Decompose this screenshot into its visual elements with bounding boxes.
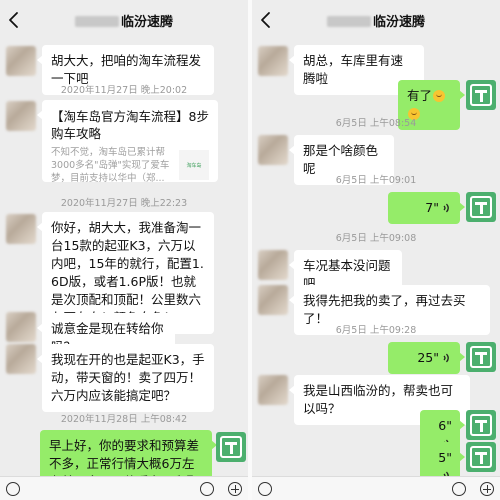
chat-title: 临汾速腾 — [40, 11, 208, 30]
contact-avatar[interactable] — [6, 101, 36, 131]
my-avatar[interactable] — [466, 342, 496, 372]
voice-message[interactable]: 25" — [388, 342, 465, 374]
chat-header: 临汾速腾 — [252, 0, 500, 40]
link-card[interactable]: 【淘车岛官方淘车流程】8步购车攻略 不知不觉，淘车岛已累计帮3000多名"岛弹"… — [37, 100, 218, 184]
contact-avatar[interactable] — [258, 46, 288, 76]
timestamp: 6月5日 上午09:01 — [335, 175, 417, 186]
emoji-icon[interactable] — [200, 482, 214, 496]
chat-panel-left: 临汾速腾 胡大大，把咱的淘车流程发一下吧 2020年11月27日 晚上20:02… — [0, 0, 248, 500]
voice-mode-icon[interactable] — [6, 482, 20, 496]
emoji-icon[interactable] — [452, 482, 466, 496]
contact-avatar[interactable] — [6, 214, 36, 244]
voice-wave-icon — [443, 203, 449, 213]
contact-avatar[interactable] — [6, 312, 36, 342]
chat-panel-right: 临汾速腾 胡总，车库里有速腾啦 有了 6月5日 上午08:54 那是个啥颜色呢 … — [252, 0, 500, 500]
brand-logo-icon — [470, 414, 492, 436]
blurred-name — [74, 16, 119, 27]
voice-message[interactable]: 7" — [388, 192, 465, 224]
brand-logo-icon — [470, 196, 492, 218]
timestamp: 6月5日 上午09:08 — [335, 233, 417, 244]
my-avatar[interactable] — [466, 80, 496, 110]
my-avatar[interactable] — [216, 432, 246, 462]
input-bar — [252, 476, 500, 500]
back-arrow-icon[interactable] — [258, 11, 274, 29]
contact-avatar[interactable] — [258, 285, 288, 315]
contact-avatar[interactable] — [258, 250, 288, 280]
my-avatar[interactable] — [466, 442, 496, 472]
brand-logo-icon — [470, 446, 492, 468]
contact-avatar[interactable] — [6, 344, 36, 374]
contact-avatar[interactable] — [258, 375, 288, 405]
timestamp: 6月5日 上午08:54 — [335, 118, 417, 129]
message-bubble[interactable]: 我现在开的也是起亚K3，手动，带天窗的！卖了四万！六万内应该能搞定吧？ — [37, 344, 214, 412]
timestamp: 2020年11月27日 晚上20:02 — [60, 85, 188, 96]
card-title: 【淘车岛官方淘车流程】8步购车攻略 — [51, 109, 209, 141]
brand-logo-icon — [220, 436, 242, 458]
timestamp: 2020年11月27日 晚上22:23 — [60, 198, 188, 209]
voice-mode-icon[interactable] — [258, 482, 272, 496]
voice-wave-icon — [443, 353, 449, 363]
contact-avatar[interactable] — [6, 46, 36, 76]
my-avatar[interactable] — [466, 410, 496, 440]
card-thumbnail: 淘车岛 — [179, 150, 209, 180]
plus-icon[interactable] — [228, 482, 242, 496]
blurred-name — [326, 16, 371, 27]
card-description: 不知不觉，淘车岛已累计帮3000多名"岛弹"实现了爱车梦，目前支持以华中（郑..… — [51, 147, 170, 184]
plus-icon[interactable] — [480, 482, 494, 496]
input-bar — [0, 476, 248, 500]
chat-header: 临汾速腾 — [0, 0, 248, 40]
timestamp: 2020年11月28日 上午08:42 — [60, 414, 188, 425]
brand-logo-icon — [470, 346, 492, 368]
chat-title: 临汾速腾 — [292, 11, 460, 30]
contact-avatar[interactable] — [258, 135, 288, 165]
smile-emoji-icon — [433, 90, 446, 102]
brand-logo-icon — [470, 84, 492, 106]
back-arrow-icon[interactable] — [6, 11, 22, 29]
my-avatar[interactable] — [466, 192, 496, 222]
timestamp: 6月5日 上午09:28 — [335, 325, 417, 336]
